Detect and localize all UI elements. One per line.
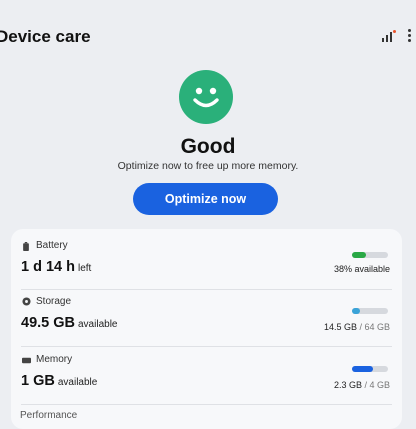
status-title: Good bbox=[180, 135, 236, 158]
storage-row[interactable]: Storage 49.5 GB available 14.5 GB / 64 GB bbox=[11, 291, 402, 349]
top-bar: Device care bbox=[0, 0, 416, 72]
storage-usage-text: 14.5 GB / 64 GB bbox=[323, 322, 390, 332]
optimize-now-button[interactable]: Optimize now bbox=[133, 183, 278, 215]
device-care-card: Battery 1 d 14 h left 38% available Stora… bbox=[11, 229, 402, 429]
storage-value: 49.5 GB available bbox=[21, 315, 118, 331]
battery-icon bbox=[23, 242, 29, 251]
page-title: Device care bbox=[0, 27, 91, 46]
storage-label: Storage bbox=[36, 296, 72, 307]
memory-usage-fill bbox=[352, 366, 373, 372]
memory-usage-bar bbox=[352, 366, 388, 372]
smiley-face-icon bbox=[179, 70, 233, 124]
storage-usage-fill bbox=[352, 308, 361, 314]
divider bbox=[21, 404, 392, 405]
memory-row[interactable]: Memory 1 GB available 2.3 GB / 4 GB bbox=[11, 349, 402, 407]
status-subtitle: Optimize now to free up more memory. bbox=[117, 160, 299, 172]
battery-value: 1 d 14 h left bbox=[21, 259, 92, 275]
battery-available-text: 38% available bbox=[333, 264, 390, 274]
memory-usage-text: 2.3 GB / 4 GB bbox=[333, 380, 390, 390]
storage-icon bbox=[22, 297, 31, 306]
divider bbox=[21, 289, 392, 290]
memory-value: 1 GB available bbox=[21, 373, 98, 389]
bar-chart-icon[interactable] bbox=[382, 30, 396, 42]
battery-level-bar bbox=[352, 252, 388, 258]
battery-row[interactable]: Battery 1 d 14 h left 38% available bbox=[11, 233, 402, 291]
more-vertical-icon[interactable] bbox=[404, 28, 414, 42]
battery-label: Battery bbox=[36, 240, 68, 251]
battery-level-fill bbox=[352, 252, 366, 258]
storage-usage-bar bbox=[352, 308, 388, 314]
divider bbox=[21, 346, 392, 347]
memory-label: Memory bbox=[36, 354, 73, 365]
memory-chip-icon bbox=[22, 357, 31, 364]
